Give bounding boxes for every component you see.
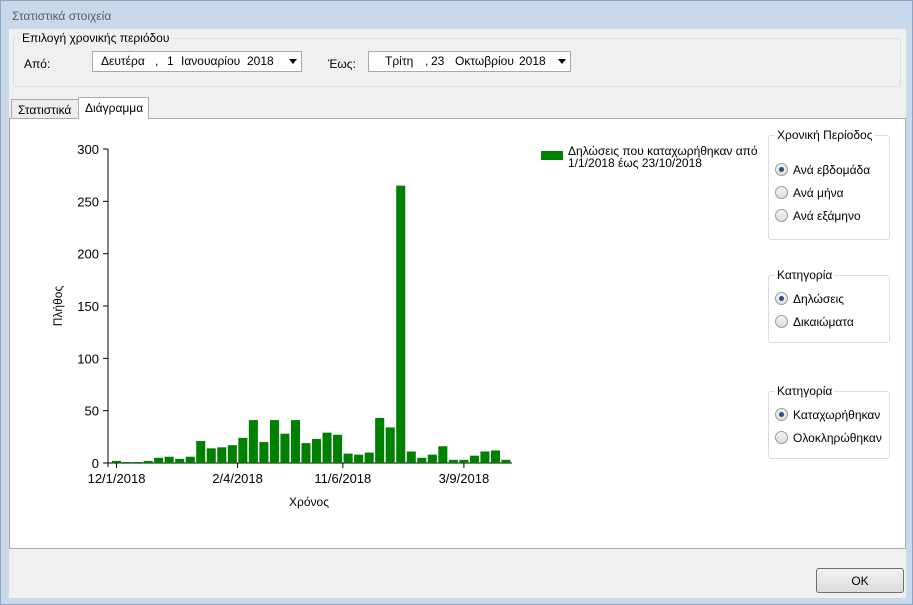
statistics-window: Στατιστικά στοιχεία Επιλογή χρονικής περ… — [0, 0, 913, 605]
chart-bar — [122, 461, 132, 463]
radio-declarations-indicator[interactable] — [775, 292, 788, 305]
chart-bar — [501, 459, 511, 463]
from-dropdown-arrow-icon[interactable] — [289, 59, 297, 64]
window-client-area: Επιλογή χρονικής περιόδου Από: Δευτέρα ,… — [9, 29, 906, 598]
to-weekday: Τρίτη — [385, 54, 414, 68]
x-tick-label: 12/1/2018 — [88, 471, 146, 486]
from-label: Από: — [24, 57, 51, 71]
from-year: 2018 — [247, 54, 274, 68]
chart-bar — [364, 452, 374, 463]
chart-bar — [112, 460, 122, 463]
category-group: Κατηγορία Δηλώσεις Δικαιώματα — [768, 268, 890, 343]
radio-semester-label: Ανά εξάμηνο — [793, 209, 861, 223]
chart-bar — [238, 437, 248, 463]
chart-bar — [438, 446, 448, 463]
chart-bar — [406, 451, 416, 463]
time-period-legend: Χρονική Περίοδος — [775, 128, 875, 142]
radio-semester-indicator[interactable] — [775, 209, 788, 222]
tab-chart[interactable]: Διάγραμμα — [78, 97, 149, 119]
radio-completed-label: Ολοκληρώθηκαν — [793, 431, 882, 445]
chart-bar — [427, 454, 437, 463]
from-date-picker[interactable]: Δευτέρα , 1 Ιανουαρίου 2018 — [92, 51, 302, 72]
to-month: Οκτωβρίου — [455, 54, 514, 68]
to-separator: , — [425, 54, 429, 68]
chart-bar — [354, 454, 364, 463]
category-legend: Κατηγορία — [775, 268, 835, 282]
legend-swatch — [541, 151, 563, 160]
chart-bar — [227, 445, 237, 463]
window-title: Στατιστικά στοιχεία — [12, 9, 112, 23]
radio-rights-label: Δικαιώματα — [793, 315, 854, 329]
chart-bar — [301, 443, 311, 463]
radio-registered-label: Καταχωρήθηκαν — [793, 408, 881, 422]
from-separator: , — [155, 54, 159, 68]
chart-bar — [396, 185, 406, 463]
chart-bar — [322, 432, 332, 463]
radio-declarations-label: Δηλώσεις — [793, 292, 845, 306]
legend-label: Δηλώσεις που καταχωρήθηκαν από 1/1/2018 … — [568, 144, 758, 170]
x-axis-label: Χρόνος — [289, 495, 329, 509]
chart-bar — [217, 447, 227, 463]
chart-bar — [269, 420, 279, 463]
x-tick-label: 3/9/2018 — [439, 471, 490, 486]
period-group-legend: Επιλογή χρονικής περιόδου — [20, 31, 172, 45]
chart-bar — [206, 448, 216, 463]
to-label: Έως: — [328, 57, 356, 71]
y-tick-label: 150 — [77, 299, 99, 314]
chart-bar — [490, 450, 500, 463]
chart-bar — [259, 442, 269, 463]
chart-bar — [164, 456, 174, 463]
y-tick-label: 200 — [77, 247, 99, 262]
period-selection-group: Επιλογή χρονικής περιόδου Από: Δευτέρα ,… — [13, 31, 901, 87]
y-tick-label: 0 — [92, 456, 99, 471]
radio-rights-indicator[interactable] — [775, 315, 788, 328]
chart-bar — [175, 458, 185, 463]
status-legend: Κατηγορία — [775, 384, 835, 398]
chart-bar — [290, 420, 300, 463]
y-axis-label: Πλήθος — [51, 286, 65, 327]
to-year: 2018 — [519, 54, 546, 68]
chart-bar — [375, 417, 385, 463]
chart-bar — [417, 457, 427, 463]
status-group: Κατηγορία Καταχωρήθηκαν Ολοκληρώθηκαν — [768, 384, 890, 459]
radio-registered-indicator[interactable] — [775, 408, 788, 421]
chart-bar — [185, 456, 195, 463]
ok-button[interactable]: OK — [816, 568, 904, 593]
radio-monthly-label: Ανά μήνα — [793, 186, 844, 200]
chart-bar — [312, 438, 322, 463]
time-period-group: Χρονική Περίοδος Ανά εβδομάδα Ανά μήνα Α… — [768, 128, 890, 240]
chart-bar — [196, 441, 206, 463]
chart-bar — [459, 459, 469, 463]
radio-weekly-indicator[interactable] — [775, 163, 788, 176]
y-tick-label: 100 — [77, 351, 99, 366]
y-tick-label: 50 — [85, 404, 99, 419]
chart-bar — [280, 433, 290, 463]
chart-bar — [343, 453, 353, 463]
x-tick-label: 2/4/2018 — [212, 471, 263, 486]
chart-bar — [154, 457, 164, 463]
to-day: 23 — [431, 54, 445, 68]
to-date-picker[interactable]: Τρίτη , 23 Οκτωβρίου 2018 — [368, 51, 571, 72]
tab-statistics[interactable]: Στατιστικά — [11, 99, 79, 119]
radio-completed-indicator[interactable] — [775, 431, 788, 444]
chart-bar — [448, 459, 458, 463]
from-month: Ιανουαρίου — [181, 54, 241, 68]
chart-bar — [248, 420, 258, 463]
chart-bar — [333, 434, 343, 463]
x-tick-label: 11/6/2018 — [314, 471, 371, 486]
chart-bar — [480, 451, 490, 463]
chart-bar — [133, 461, 143, 463]
y-tick-label: 300 — [77, 142, 99, 157]
chart-tab-panel: 0 50 100 150 200 250 300 12/1/2018 2/4/2018 11/6/… — [9, 118, 906, 549]
y-tick-label: 250 — [77, 194, 99, 209]
radio-weekly-label: Ανά εβδομάδα — [793, 163, 871, 177]
chart-bar — [385, 427, 395, 463]
from-weekday: Δευτέρα — [101, 54, 145, 68]
chart-bar — [143, 460, 153, 463]
from-day: 1 — [167, 54, 174, 68]
to-dropdown-arrow-icon[interactable] — [558, 59, 566, 64]
radio-monthly-indicator[interactable] — [775, 186, 788, 199]
chart-bar — [469, 455, 479, 463]
bar-chart: 0 50 100 150 200 250 300 12/1/2018 2/4/2018 11/6/… — [51, 142, 512, 509]
